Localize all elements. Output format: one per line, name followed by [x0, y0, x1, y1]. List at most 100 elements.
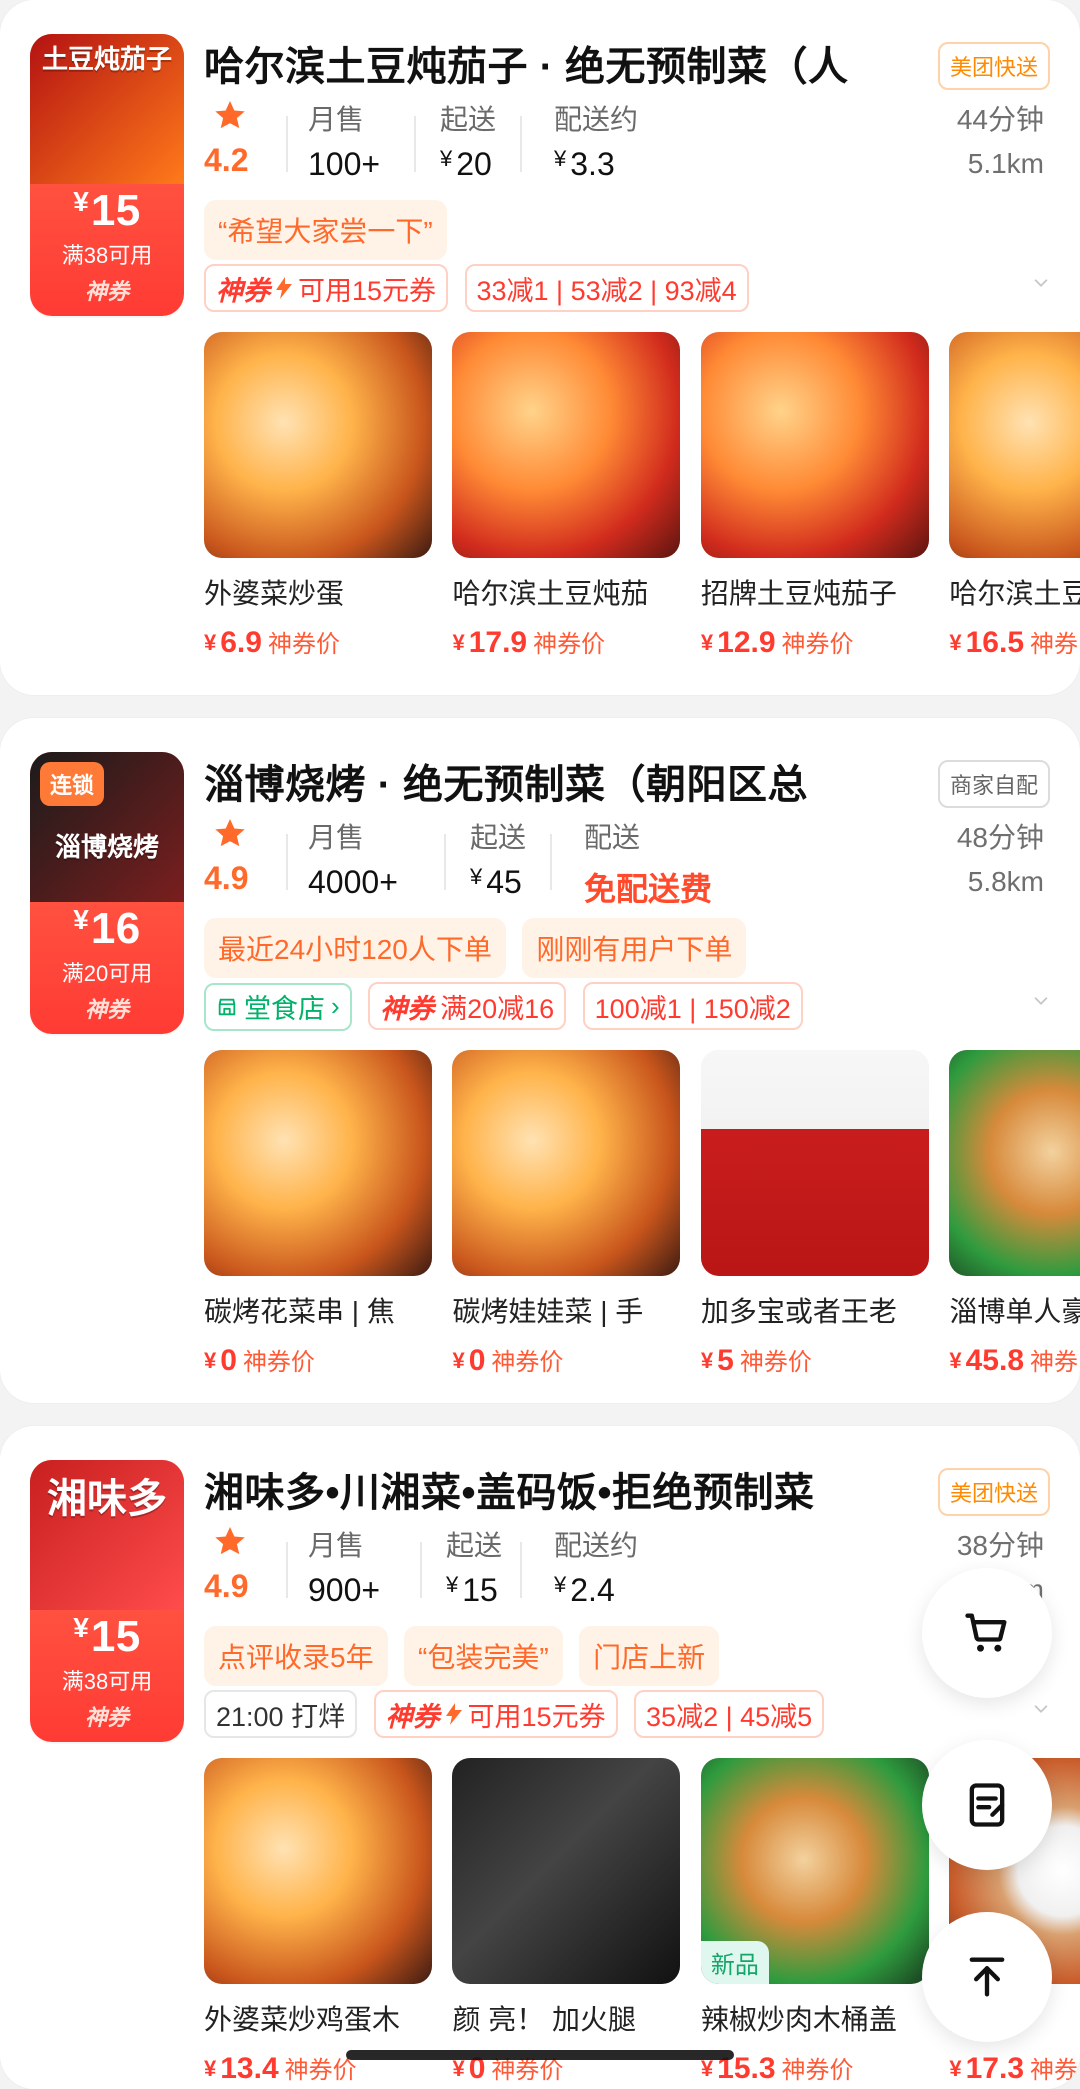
coupon-promo[interactable]: 神券 可用15元券: [204, 264, 449, 312]
currency-symbol: ¥: [73, 1612, 89, 1643]
price-label: 神券价: [284, 2057, 357, 2084]
store-title[interactable]: 淄博烧烤 · 绝无预制菜（朝阳区总: [204, 752, 894, 810]
price-value: 16.5: [965, 626, 1024, 659]
rating-value: 4.9: [204, 860, 249, 896]
menu-item-name: 颜 亮！ 加火腿: [452, 2004, 637, 2035]
menu-item[interactable]: 淄博单人豪 ¥45.8 神券: [949, 1050, 1080, 1378]
store-thumbnail-coupon[interactable]: 连锁 淄博烧烤 ¥16 满20可用 神券: [30, 752, 184, 1034]
rating-value: 4.9: [204, 1568, 249, 1604]
rating: 4.9: [204, 816, 279, 906]
menu-item-image: [452, 1758, 681, 1984]
floating-cart-button[interactable]: [922, 1568, 1052, 1698]
store-title[interactable]: 湘味多•川湘菜•盖码饭•拒绝预制菜: [204, 1460, 894, 1518]
monthly-sales: 月售 4000+: [308, 816, 398, 901]
chevron-down-icon[interactable]: [1032, 1700, 1050, 1718]
discount-promo[interactable]: 35减2 | 45减5: [634, 1690, 825, 1738]
promotions-row[interactable]: 神券 可用15元券 33减1 | 53减2 | 93减4: [204, 264, 1064, 312]
delivery-fee: 配送约 ¥2.4: [554, 1524, 638, 1609]
menu-item-image: [949, 332, 1080, 558]
price-label: 神券价: [491, 1349, 564, 1376]
delivery-fee-value: ¥2.4: [554, 1572, 638, 1609]
new-badge: 新品: [700, 1941, 769, 1984]
divider: [286, 116, 288, 172]
promotions-row[interactable]: 堂食店 › 神券 满20减16 100减1 | 150减2: [204, 982, 1064, 1031]
eta-time: 44分钟: [956, 104, 1044, 135]
chain-badge: 连锁: [40, 762, 105, 806]
menu-item-name: 哈尔滨土豆炖茄: [452, 578, 649, 609]
discount-promo[interactable]: 33减1 | 53减2 | 93减4: [464, 264, 749, 312]
food-photo: [452, 1758, 681, 1984]
min-order-value: ¥45: [470, 864, 526, 901]
store-thumbnail-title: 土豆炖茄子: [41, 44, 172, 74]
floating-edit-button[interactable]: [922, 1740, 1052, 1870]
store-thumbnail-title: 淄博烧烤: [54, 832, 159, 862]
monthly-sales-label: 月售: [308, 104, 365, 135]
bolt-icon: [276, 277, 292, 299]
menu-item[interactable]: 哈尔滨土豆 ¥16.5 神券: [949, 332, 1080, 660]
delivery-fee-label: 配送约: [554, 104, 639, 135]
store-stats: 4.9 月售 900+ 起送 ¥15 配送约 ¥2.4: [204, 1524, 1024, 1614]
menu-item-price: ¥6.9 神券价: [204, 624, 432, 660]
min-order-amount: 45: [486, 864, 522, 900]
coupon-promo-text: 可用15元券: [298, 275, 437, 306]
price-label: 神券: [1030, 1349, 1078, 1376]
currency-symbol: ¥: [949, 630, 962, 655]
coupon-value: 15: [90, 186, 141, 235]
store-card[interactable]: 土豆炖茄子 ¥15 满38可用 神券 哈尔滨土豆炖茄子 · 绝无预制菜（人 美团…: [0, 0, 1080, 695]
coupon-promo[interactable]: 神券 满20减16: [368, 982, 567, 1030]
min-order: 起送 ¥45: [470, 816, 526, 901]
menu-item[interactable]: 碳烤娃娃菜 | 手 ¥0 神券价: [452, 1050, 681, 1378]
divider: [420, 1542, 422, 1598]
currency-symbol: ¥: [949, 1348, 962, 1373]
divider: [550, 834, 552, 890]
menu-item-name: 哈尔滨土豆: [949, 578, 1080, 609]
menu-item-name: 碳烤娃娃菜 | 手: [452, 1296, 644, 1327]
eta-time: 48分钟: [956, 822, 1044, 853]
menu-item[interactable]: 新品 辣椒炒肉木桶盖 ¥15.3 神券价: [700, 1758, 929, 2086]
food-photo: [700, 1050, 929, 1276]
menu-item-name: 招牌土豆炖茄子: [700, 578, 897, 609]
chevron-down-icon[interactable]: [1032, 992, 1050, 1010]
delivery-tag: 美团快送: [937, 42, 1050, 90]
delivery-tag: 美团快送: [937, 1468, 1050, 1516]
chevron-down-icon[interactable]: [1032, 274, 1050, 292]
menu-item-name: 加多宝或者王老: [700, 1296, 897, 1327]
store-highlights: 点评收录5年 “包装完美” 门店上新: [204, 1626, 731, 1686]
menu-item[interactable]: 加多宝或者王老 ¥5 神券价: [700, 1050, 929, 1378]
currency-symbol: ¥: [446, 1572, 459, 1597]
menu-items-row[interactable]: 碳烤花菜串 | 焦 ¥0 神券价 碳烤娃娃菜 | 手 ¥0 神券价 加多宝或者王老 …: [204, 1050, 1080, 1390]
menu-item-price: ¥45.8 神券: [949, 1342, 1080, 1378]
rating: 4.2: [204, 98, 279, 188]
menu-item[interactable]: 招牌土豆炖茄子 ¥12.9 神券价: [700, 332, 929, 660]
promotions-row[interactable]: 21:00 打烊 神券 可用15元券 35减2 | 45减5: [204, 1690, 1064, 1738]
store-title[interactable]: 哈尔滨土豆炖茄子 · 绝无预制菜（人: [204, 34, 894, 92]
delivery-fee-value: ¥3.3: [554, 146, 638, 183]
monthly-sales-label: 月售: [308, 822, 365, 853]
delivery-fee: 配送 免配送费: [584, 816, 712, 910]
coupon-promo[interactable]: 神券 可用15元券: [373, 1690, 618, 1738]
menu-item-image: 新品: [700, 1758, 929, 1984]
menu-item-name: 外婆菜炒蛋: [204, 578, 345, 609]
menu-item[interactable]: 颜 亮！ 加火腿 ¥0 神券价: [452, 1758, 681, 2086]
min-order-label: 起送: [446, 1530, 503, 1561]
store-card[interactable]: 湘味多 ¥15 满38可用 神券 湘味多•川湘菜•盖码饭•拒绝预制菜 美团快送 …: [0, 1426, 1080, 2089]
menu-item[interactable]: 哈尔滨土豆炖茄 ¥17.9 神券价: [452, 332, 681, 660]
coupon-brand: 神券: [84, 1705, 129, 1730]
floating-back-to-top-button[interactable]: [922, 1912, 1052, 2042]
discount-promo[interactable]: 100减1 | 150减2: [582, 982, 803, 1030]
min-order-amount: 20: [456, 146, 492, 182]
price-value: 13.4: [220, 2052, 279, 2085]
menu-item[interactable]: 外婆菜炒蛋 ¥6.9 神券价: [204, 332, 432, 660]
menu-item[interactable]: 外婆菜炒鸡蛋木 ¥13.4 神券价: [204, 1758, 432, 2086]
dinein-store[interactable]: 堂食店 ›: [204, 982, 352, 1031]
store-card[interactable]: 连锁 淄博烧烤 ¥16 满20可用 神券 淄博烧烤 · 绝无预制菜（朝阳区总 商…: [0, 718, 1080, 1403]
coupon-condition: 满38可用: [61, 243, 153, 268]
store-thumbnail-coupon[interactable]: 土豆炖茄子 ¥15 满38可用 神券: [30, 34, 184, 316]
currency-symbol: ¥: [700, 1348, 714, 1373]
coupon-brand-text: 神券: [216, 275, 270, 306]
coupon-brand: 神券: [84, 997, 129, 1022]
store-thumbnail-coupon[interactable]: 湘味多 ¥15 满38可用 神券: [30, 1460, 184, 1742]
delivery-fee: 配送约 ¥3.3: [554, 98, 638, 183]
menu-items-row[interactable]: 外婆菜炒蛋 ¥6.9 神券价 哈尔滨土豆炖茄 ¥17.9 神券价 招牌土豆炖茄子 ¥…: [204, 332, 1080, 672]
menu-item[interactable]: 碳烤花菜串 | 焦 ¥0 神券价: [204, 1050, 432, 1378]
